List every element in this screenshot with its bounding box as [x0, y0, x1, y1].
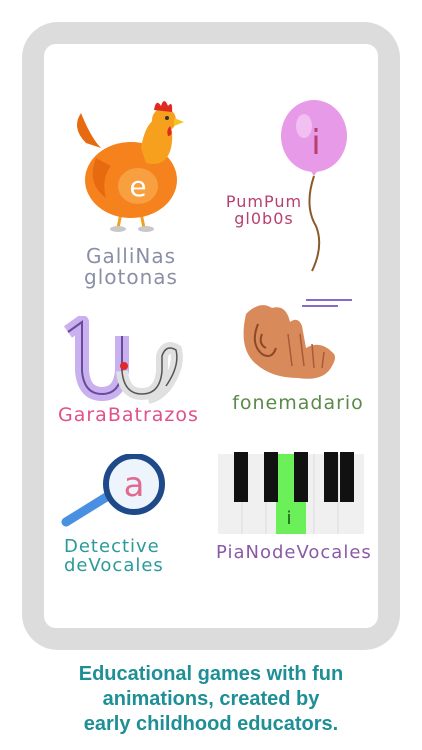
marketing-caption: Educational games with fun animations, c…: [0, 662, 422, 737]
letter-u-trace-icon: [63, 316, 183, 404]
game-detective-de-vocales[interactable]: a Detective deVocales: [58, 454, 188, 594]
caption-line-1: Educational games with fun: [78, 663, 344, 685]
game-title-globos: PumPum gl0b0s: [225, 192, 303, 228]
letter-e: e: [129, 170, 146, 203]
game-title-detective: Detective deVocales: [64, 536, 164, 576]
letter-a: a: [124, 465, 145, 505]
app-screen: e GalliNas glotonas i PumPum gl0b0s Gara…: [44, 44, 378, 628]
game-fonemadario[interactable]: fonemadario: [228, 294, 368, 424]
letter-i: i: [311, 123, 320, 163]
game-title-gallinas: GalliNas glotonas: [84, 244, 178, 289]
magnifier-icon: a: [61, 454, 165, 527]
ear-hand-icon: [243, 299, 352, 379]
balloon-icon: i: [281, 100, 347, 272]
caption-line-3: early childhood educators.: [83, 713, 339, 735]
game-title-piano: PiaNodeVocales: [216, 542, 372, 563]
game-pum-pum-globos[interactable]: i PumPum gl0b0s: [224, 96, 364, 296]
game-gallinas-glotonas[interactable]: e GalliNas glotonas: [66, 88, 196, 288]
game-title-fonemadario: fonemadario: [232, 392, 364, 414]
piano-icon: i: [218, 452, 364, 534]
game-title-garabatrazos: GaraBatrazos: [58, 404, 199, 426]
game-piano-de-vocales[interactable]: i PiaNodeVocales: [216, 448, 372, 578]
hen-icon: e: [77, 101, 184, 232]
letter-i-key: i: [286, 508, 291, 529]
caption-line-2: animations, created by: [102, 688, 320, 710]
game-garabatrazos[interactable]: GaraBatrazos: [58, 316, 198, 436]
